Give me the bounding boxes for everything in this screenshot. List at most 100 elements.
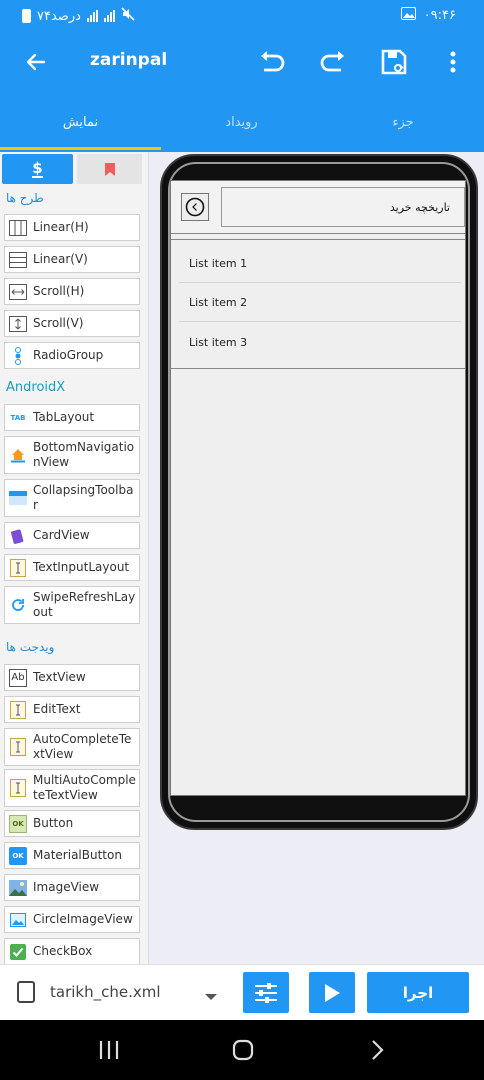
textview-icon: Ab	[9, 668, 27, 687]
palette-item-textinput-layout[interactable]: TextInputLayout	[4, 554, 140, 581]
palette-item-edittext[interactable]: EditText	[4, 696, 140, 723]
tab-component[interactable]: جزء	[322, 92, 484, 152]
palette-item-label: Button	[33, 816, 74, 830]
palette-item-imageview[interactable]: ImageView	[4, 874, 140, 901]
tune-icon	[255, 982, 277, 1003]
preview-title[interactable]: تاریخچه خرید	[221, 187, 465, 227]
preview-back-button[interactable]	[181, 193, 209, 221]
tab-display[interactable]: نمایش	[0, 92, 161, 152]
palette-item-label: TabLayout	[33, 410, 95, 424]
back-button[interactable]	[16, 42, 56, 82]
palette-item-material-button[interactable]: OK MaterialButton	[4, 842, 140, 869]
palette-item-label: TextInputLayout	[33, 560, 130, 574]
section-androidx: AndroidX	[6, 380, 66, 395]
autocomplete-icon	[9, 738, 27, 756]
undo-button[interactable]	[252, 42, 292, 82]
circle-imageview-icon	[9, 911, 27, 929]
edittext-icon	[9, 700, 27, 719]
tab-bar: نمایش رویداد جزء	[0, 92, 484, 152]
preview-toolbar[interactable]: تاریخچه خرید	[171, 181, 465, 234]
preview-listview[interactable]: List item 1 List item 2 List item 3	[171, 239, 465, 369]
battery-icon	[22, 9, 31, 23]
palette-item-cardview[interactable]: CardView	[4, 522, 140, 549]
palette-item-button[interactable]: OK Button	[4, 810, 140, 837]
status-left: ۷۴درصد	[22, 7, 135, 25]
palette-item-checkbox[interactable]: CheckBox	[4, 938, 140, 964]
back-nav-icon[interactable]	[370, 1039, 384, 1065]
app-title: zarinpal	[90, 50, 168, 70]
palette-item-scroll-h[interactable]: Scroll(H)	[4, 278, 140, 305]
palette-item-bottom-navigation[interactable]: BottomNavigationView	[4, 436, 140, 474]
tablayout-icon: TAB	[10, 413, 26, 422]
back-circle-icon	[185, 197, 205, 217]
palette-item-scroll-v[interactable]: Scroll(V)	[4, 310, 140, 337]
palette-item-swipe-refresh[interactable]: SwipeRefreshLayout	[4, 586, 140, 624]
recent-apps-icon[interactable]	[98, 1040, 120, 1064]
bottom-navigation-icon	[9, 446, 27, 464]
palette-item-linear-v[interactable]: Linear(V)	[4, 246, 140, 273]
linear-v-icon	[9, 251, 27, 269]
palette-item-label: Linear(V)	[33, 252, 88, 266]
textinput-layout-icon	[9, 558, 27, 577]
linear-h-icon	[9, 219, 27, 237]
palette-item-textview[interactable]: Ab TextView	[4, 664, 140, 691]
button-icon: OK	[9, 814, 27, 833]
imageview-icon	[9, 879, 27, 897]
radiogroup-icon	[9, 346, 27, 365]
list-item[interactable]: List item 2	[179, 284, 461, 322]
palette-item-circle-imageview[interactable]: CircleImageView	[4, 906, 140, 933]
palette-item-label: Linear(H)	[33, 220, 89, 234]
mute-icon	[121, 7, 135, 25]
run-button[interactable]: اجرا	[367, 972, 469, 1013]
palette-item-label: BottomNavigationView	[33, 440, 135, 469]
palette-item-linear-h[interactable]: Linear(H)	[4, 214, 140, 241]
more-button[interactable]	[433, 42, 473, 82]
save-icon	[381, 49, 407, 75]
signal-icon	[86, 10, 98, 22]
palette-item-multi-autocomplete[interactable]: MultiAutoCompleteTextView	[4, 769, 140, 807]
preview-screen[interactable]: تاریخچه خرید List item 1 List item 2 Lis…	[170, 180, 466, 796]
file-name[interactable]: tarikh_che.xml	[50, 983, 161, 1001]
palette-item-radiogroup[interactable]: RadioGroup	[4, 342, 140, 369]
palette-item-label: CircleImageView	[33, 912, 133, 926]
file-icon	[17, 981, 35, 1007]
image-icon	[400, 7, 416, 24]
tab-event[interactable]: رویداد	[161, 92, 322, 152]
section-widgets: ویدجت ها	[6, 640, 55, 654]
tab-indicator	[0, 147, 161, 150]
palette-panel: $ طرح ها Linear(H) Linear(V) Scroll(H) S…	[0, 152, 149, 964]
list-item[interactable]: List item 3	[179, 323, 461, 361]
properties-button[interactable]	[243, 972, 289, 1013]
signal-icon-2	[103, 10, 115, 22]
palette-item-label: EditText	[33, 702, 81, 716]
redo-button[interactable]	[313, 42, 353, 82]
cardview-icon	[9, 527, 27, 545]
palette-tab-bookmarks[interactable]	[77, 154, 142, 184]
material-button-icon: OK	[9, 846, 27, 865]
list-item[interactable]: List item 1	[179, 245, 461, 283]
file-dropdown-icon[interactable]	[204, 987, 218, 1006]
palette-tab-widgets[interactable]: $	[2, 154, 73, 184]
palette-item-label: Scroll(H)	[33, 284, 85, 298]
more-vert-icon	[450, 51, 456, 73]
app-bar: zarinpal	[0, 32, 484, 92]
palette-item-label: TextView	[33, 670, 86, 684]
multi-autocomplete-icon	[9, 779, 27, 797]
palette-item-label: RadioGroup	[33, 348, 104, 362]
play-button[interactable]	[309, 972, 355, 1013]
undo-icon	[261, 51, 285, 72]
play-icon	[325, 983, 340, 1002]
palette-item-label: SwipeRefreshLayout	[33, 590, 136, 619]
save-button[interactable]	[374, 42, 414, 82]
palette-item-tablayout[interactable]: TAB TabLayout	[4, 404, 140, 431]
status-bar: ۷۴درصد ۰۹:۴۶	[0, 0, 484, 32]
arrow-left-icon	[26, 53, 46, 71]
system-nav-bar	[0, 1020, 484, 1080]
dollar-icon: $	[32, 159, 43, 178]
home-icon[interactable]	[232, 1039, 254, 1065]
palette-item-label: CheckBox	[33, 944, 93, 958]
status-right: ۰۹:۴۶	[400, 7, 456, 24]
palette-item-autocomplete[interactable]: AutoCompleteTextView	[4, 728, 140, 766]
palette-item-collapsing-toolbar[interactable]: CollapsingToolbar	[4, 479, 140, 517]
palette-item-label: ImageView	[33, 880, 100, 894]
